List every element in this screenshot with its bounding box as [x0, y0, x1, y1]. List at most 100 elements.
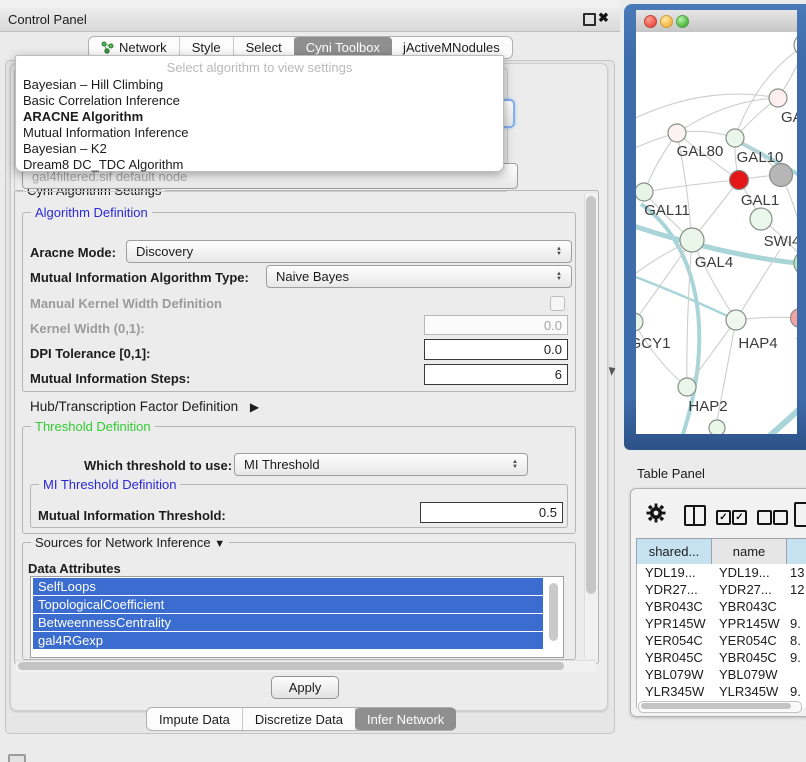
mi-threshold-field[interactable]: 0.5	[420, 502, 563, 523]
tab-cyni-toolbox-label: Cyni Toolbox	[306, 40, 380, 55]
dropdown-item[interactable]: Dream8 DC_TDC Algorithm	[16, 157, 503, 173]
dropdown-item[interactable]: Bayesian – Hill Climbing	[16, 77, 503, 93]
node-hap4[interactable]	[726, 310, 746, 330]
dpi-tolerance-field[interactable]: 0.0	[424, 339, 568, 360]
split-columns-icon[interactable]	[684, 505, 706, 526]
collapse-arrow-icon: ▼	[214, 538, 225, 550]
settings-vertical-scrollbar-thumb[interactable]	[586, 196, 596, 594]
node-label-y-partial: Y	[796, 335, 797, 352]
tab-discretize-data-label: Discretize Data	[255, 712, 343, 727]
tab-infer-network[interactable]: Infer Network	[355, 708, 456, 730]
settings-horizontal-scrollbar-thumb[interactable]	[18, 662, 564, 670]
table-row[interactable]: YER054CYER054C8.	[637, 632, 806, 649]
aracne-mode-combo[interactable]: Discovery ▲▼	[126, 240, 572, 263]
network-tab-icon	[101, 41, 114, 54]
network-window-titlebar[interactable]	[636, 10, 797, 33]
dpi-tolerance-label: DPI Tolerance [0,1]:	[30, 346, 150, 361]
column-header-partial[interactable]	[786, 538, 806, 565]
table-row[interactable]: YBR043CYBR043C	[637, 598, 806, 615]
attribute-item-selected[interactable]: gal4RGexp	[33, 632, 543, 649]
table-row[interactable]: YDR27...YDR27...12	[637, 581, 806, 598]
manual-kernel-checkbox[interactable]	[550, 296, 565, 311]
attribute-item-selected[interactable]: BetweennessCentrality	[33, 614, 543, 631]
node-bright-green[interactable]	[794, 250, 797, 276]
cell: YBR043C	[637, 598, 711, 615]
node-partial-bottom[interactable]	[709, 420, 725, 434]
unchecked-checkbox-icon[interactable]	[757, 510, 772, 525]
mi-steps-field[interactable]: 6	[424, 364, 568, 385]
dropdown-prompt: Select algorithm to view settings	[16, 56, 503, 77]
dropdown-item-highlighted[interactable]: ARACNE Algorithm	[16, 109, 503, 125]
network-window-inner: GAL GAL80 GAL10 GAL1 GAL11 SWI4 GAL4 GCY…	[636, 10, 797, 434]
sources-title-label: Sources for Network Inference	[35, 535, 211, 550]
checked-checkbox-icon[interactable]: ✓	[732, 510, 747, 525]
node-gal80[interactable]	[668, 124, 686, 142]
network-canvas[interactable]: GAL GAL80 GAL10 GAL1 GAL11 SWI4 GAL4 GCY…	[636, 32, 797, 434]
checked-checkbox-icon[interactable]: ✓	[716, 510, 731, 525]
mi-threshold-label: Mutual Information Threshold:	[38, 508, 226, 523]
apply-button[interactable]: Apply	[271, 676, 339, 699]
column-header-shared[interactable]: shared...	[636, 538, 712, 565]
column-header-name[interactable]: name	[711, 538, 787, 565]
node-label-gal-partial: GAL	[781, 109, 797, 126]
tab-select-label: Select	[246, 40, 282, 55]
cell: YPR145W	[711, 615, 786, 632]
cell: YER054C	[637, 632, 711, 649]
cell: YLR345W	[637, 683, 711, 700]
cell: 9.	[786, 683, 806, 700]
mi-algorithm-type-combo[interactable]: Naive Bayes ▲▼	[266, 265, 572, 288]
tab-impute-data[interactable]: Impute Data	[147, 708, 243, 730]
float-window-icon[interactable]	[583, 13, 596, 26]
data-attributes-list[interactable]: SelfLoops TopologicalCoefficient Between…	[30, 576, 564, 658]
node-gcy1[interactable]	[636, 313, 643, 331]
table-row[interactable]: YPR145WYPR145W9.	[637, 615, 806, 632]
table-horizontal-scrollbar[interactable]	[638, 701, 802, 713]
table-row[interactable]: YDL19...YDL19...13	[637, 564, 806, 581]
table-row[interactable]: YBR045CYBR045C9.	[637, 649, 806, 666]
attribute-item-selected[interactable]: SelfLoops	[33, 578, 543, 595]
dropdown-item[interactable]: Bayesian – K2	[16, 141, 503, 157]
cell: 12	[786, 581, 806, 598]
node-gal11[interactable]	[636, 183, 653, 201]
kernel-width-field[interactable]: 0.0	[424, 315, 568, 335]
zoom-traffic-light-icon[interactable]	[676, 15, 689, 28]
node-gray[interactable]	[770, 164, 793, 187]
tab-impute-data-label: Impute Data	[159, 712, 230, 727]
close-icon[interactable]: ✖	[598, 10, 609, 26]
cell: YDR27...	[637, 581, 711, 598]
cell: YLR345W	[711, 683, 786, 700]
hub-definition-toggle[interactable]: Hub/Transcription Factor Definition ▶	[30, 399, 259, 414]
node-gal-partial[interactable]	[769, 89, 787, 107]
network-view-window[interactable]: GAL GAL80 GAL10 GAL1 GAL11 SWI4 GAL4 GCY…	[624, 4, 806, 450]
unchecked-checkbox-icon[interactable]	[773, 510, 788, 525]
tab-style-label: Style	[192, 40, 221, 55]
dropdown-item[interactable]: Basic Correlation Inference	[16, 93, 503, 109]
cell: 8.	[786, 632, 806, 649]
panel-dock-icon[interactable]	[8, 754, 26, 762]
node-salmon[interactable]	[791, 309, 798, 328]
node-gal4[interactable]	[680, 228, 704, 252]
which-threshold-combo[interactable]: MI Threshold ▲▼	[234, 453, 528, 476]
node-red[interactable]	[730, 171, 749, 190]
table-row[interactable]: YBL079WYBL079W	[637, 666, 806, 683]
table-horizontal-scrollbar-thumb[interactable]	[641, 703, 791, 709]
attributes-list-scrollbar[interactable]	[549, 583, 558, 641]
close-traffic-light-icon[interactable]	[644, 15, 657, 28]
minimize-traffic-light-icon[interactable]	[660, 15, 673, 28]
node-gal1[interactable]	[750, 208, 772, 230]
dropdown-item[interactable]: Mutual Information Inference	[16, 125, 503, 141]
tab-discretize-data[interactable]: Discretize Data	[243, 708, 356, 730]
node-hap2[interactable]	[678, 378, 696, 396]
manual-kernel-label: Manual Kernel Width Definition	[30, 296, 222, 311]
page-icon[interactable]	[794, 502, 806, 527]
table-row[interactable]: YLR345WYLR345W9.	[637, 683, 806, 700]
cell: YBL079W	[711, 666, 786, 683]
node-label-gal80: GAL80	[677, 143, 724, 160]
sources-group-title[interactable]: Sources for Network Inference ▼	[31, 535, 229, 550]
node-label-gal4: GAL4	[695, 254, 733, 271]
attribute-item-selected[interactable]: TopologicalCoefficient	[33, 596, 543, 613]
gear-icon[interactable]	[646, 503, 666, 528]
node-gal10[interactable]	[726, 129, 744, 147]
node-table[interactable]: YDL19...YDL19...13 YDR27...YDR27...12 YB…	[636, 564, 806, 708]
which-threshold-value: MI Threshold	[244, 457, 320, 472]
